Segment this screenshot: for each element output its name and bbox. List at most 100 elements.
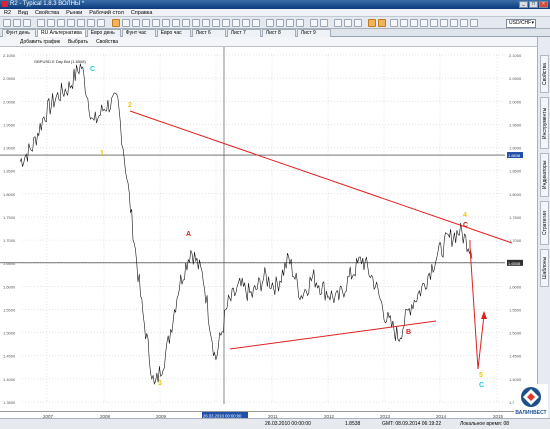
fullscreen-icon[interactable] [450, 19, 458, 27]
status-crosshair-date: 26.03.2010 00:00:00 [265, 421, 311, 427]
menu-r2[interactable]: R2 [4, 9, 11, 17]
properties-button[interactable]: Свойства [96, 39, 118, 45]
y-tick-label-left: 1.4000 [3, 377, 16, 382]
menu-view[interactable]: Вид [18, 9, 28, 17]
indicator-icon[interactable] [266, 19, 274, 27]
projection-path [469, 240, 485, 370]
timeframe-icon[interactable] [97, 19, 105, 27]
layout-icon[interactable] [410, 19, 418, 27]
sidebar-tab-properties[interactable]: Свойства [540, 55, 549, 93]
wave-label: C [90, 66, 95, 73]
open-icon[interactable] [13, 19, 21, 27]
new-icon[interactable] [3, 19, 11, 27]
window-controls: _ □ × [519, 1, 548, 8]
tab-funt-hour[interactable]: Фунт час [121, 29, 156, 37]
window-icon[interactable] [420, 19, 428, 27]
chart-type-icon[interactable] [57, 19, 65, 27]
export-icon[interactable] [320, 19, 328, 27]
wave-label: 4 [463, 212, 467, 219]
price-series-line [19, 63, 473, 385]
zoom-in-icon[interactable] [37, 19, 45, 27]
line-chart-icon[interactable] [87, 19, 95, 27]
grid-icon[interactable] [368, 19, 376, 27]
tab-sheet-6[interactable]: Лист 6 [191, 29, 226, 37]
tab-euro-hour[interactable]: Евро час [156, 29, 191, 37]
text-icon[interactable] [182, 19, 190, 27]
crosshair-icon[interactable] [122, 19, 130, 27]
wave-label: A [186, 231, 191, 238]
cascade-icon[interactable] [440, 19, 448, 27]
delete-icon[interactable] [252, 19, 260, 27]
tab-sheet-8[interactable]: Лист 8 [261, 29, 296, 37]
scroll-right-icon[interactable] [344, 19, 352, 27]
arrow-icon[interactable] [192, 19, 200, 27]
info-icon[interactable] [470, 19, 478, 27]
gann-icon[interactable] [242, 19, 250, 27]
logo-text: ВАЛИНВЕСТ [515, 410, 547, 416]
tab-funt-day[interactable]: Фунт день [2, 29, 36, 37]
status-local-time: Локальное время: 08 [460, 421, 510, 427]
scroll-left-icon[interactable] [334, 19, 342, 27]
sidebar-tab-strategies[interactable]: Стратегии [540, 201, 549, 245]
rect-icon[interactable] [212, 19, 220, 27]
template-icon[interactable] [276, 19, 284, 27]
tab-sheet-9[interactable]: Лист 9 [296, 29, 331, 37]
tab-euro-day[interactable]: Евро день [86, 29, 121, 37]
period-separator-icon[interactable] [378, 19, 386, 27]
y-tick-label-right: 2.0000 [509, 99, 522, 104]
settings-icon[interactable] [460, 19, 468, 27]
pitchfork-icon[interactable] [232, 19, 240, 27]
cursor-icon[interactable] [112, 19, 120, 27]
y-tick-label-right: 2.0500 [509, 76, 522, 81]
sidebar-tab-tools[interactable]: Инструменты [540, 97, 549, 149]
print-icon[interactable] [310, 19, 318, 27]
tab-ru-alternative[interactable]: RU Альтернатива [37, 29, 86, 37]
candle-icon[interactable] [67, 19, 75, 27]
pair-select[interactable]: USD/CHF ▾ [506, 19, 536, 28]
sidebar-tab-templates[interactable]: Шаблоны [540, 249, 549, 287]
zoom-out-icon[interactable] [47, 19, 55, 27]
save-icon[interactable] [23, 19, 31, 27]
tile-icon[interactable] [430, 19, 438, 27]
autoscroll-icon[interactable] [354, 19, 362, 27]
chart-toolbar: Добавить график Выбрать Свойства [0, 37, 537, 47]
wave-label: 5 [479, 372, 483, 379]
link-icon[interactable] [390, 19, 398, 27]
wave-label: C [463, 222, 468, 229]
wave-label: 3 [158, 380, 162, 387]
ellipse-icon[interactable] [222, 19, 230, 27]
fibo-icon[interactable] [172, 19, 180, 27]
menu-desktop[interactable]: Рабочий стол [89, 9, 124, 17]
sidebar-tab-indicators[interactable]: Индикаторы [540, 153, 549, 197]
close-button[interactable]: × [539, 1, 548, 8]
menu-properties[interactable]: Свойства [35, 9, 59, 17]
wave-icon[interactable] [202, 19, 210, 27]
trendline-icon[interactable] [132, 19, 140, 27]
menu-help[interactable]: Справка [131, 9, 153, 17]
bar-icon[interactable] [77, 19, 85, 27]
vline-icon[interactable] [152, 19, 160, 27]
y-tick-label-left: 1.7000 [3, 238, 16, 243]
sync-icon[interactable] [400, 19, 408, 27]
pair-select-value: USD/CHF [509, 20, 532, 26]
status-bar: 26.03.2010 00:00:00 1.8538 GMT: 08.09.20… [0, 418, 550, 429]
tab-sheet-7[interactable]: Лист 7 [226, 29, 261, 37]
y-tick-label-right: 1.5500 [509, 307, 522, 312]
price-chart[interactable]: 2.1000 2.1000 2.0500 2.0500 2.0000 2.0000 1.95… [0, 47, 537, 411]
right-sidebar: Свойства Инструменты Индикаторы Стратеги… [537, 37, 550, 418]
minimize-button[interactable]: _ [519, 1, 528, 8]
strategy-icon[interactable] [286, 19, 294, 27]
hline-icon[interactable] [142, 19, 150, 27]
menu-markets[interactable]: Рынки [66, 9, 82, 17]
alert-icon[interactable] [296, 19, 304, 27]
price-level-marker-label: 1.8838 [508, 153, 521, 158]
y-tick-label-right: 1.4500 [509, 354, 522, 359]
channel-icon[interactable] [162, 19, 170, 27]
maximize-button[interactable]: □ [529, 1, 538, 8]
select-button[interactable]: Выбрать [68, 39, 88, 45]
y-tick-label-right: 1.8000 [509, 192, 522, 197]
y-tick-label-right: 1.9000 [509, 146, 522, 151]
chart-canvas[interactable]: 2.1000 2.1000 2.0500 2.0500 2.0000 2.0000 1.95… [0, 47, 537, 411]
menu-bar: R2 Вид Свойства Рынки Рабочий стол Справ… [0, 9, 550, 17]
add-chart-button[interactable]: Добавить график [20, 39, 60, 45]
